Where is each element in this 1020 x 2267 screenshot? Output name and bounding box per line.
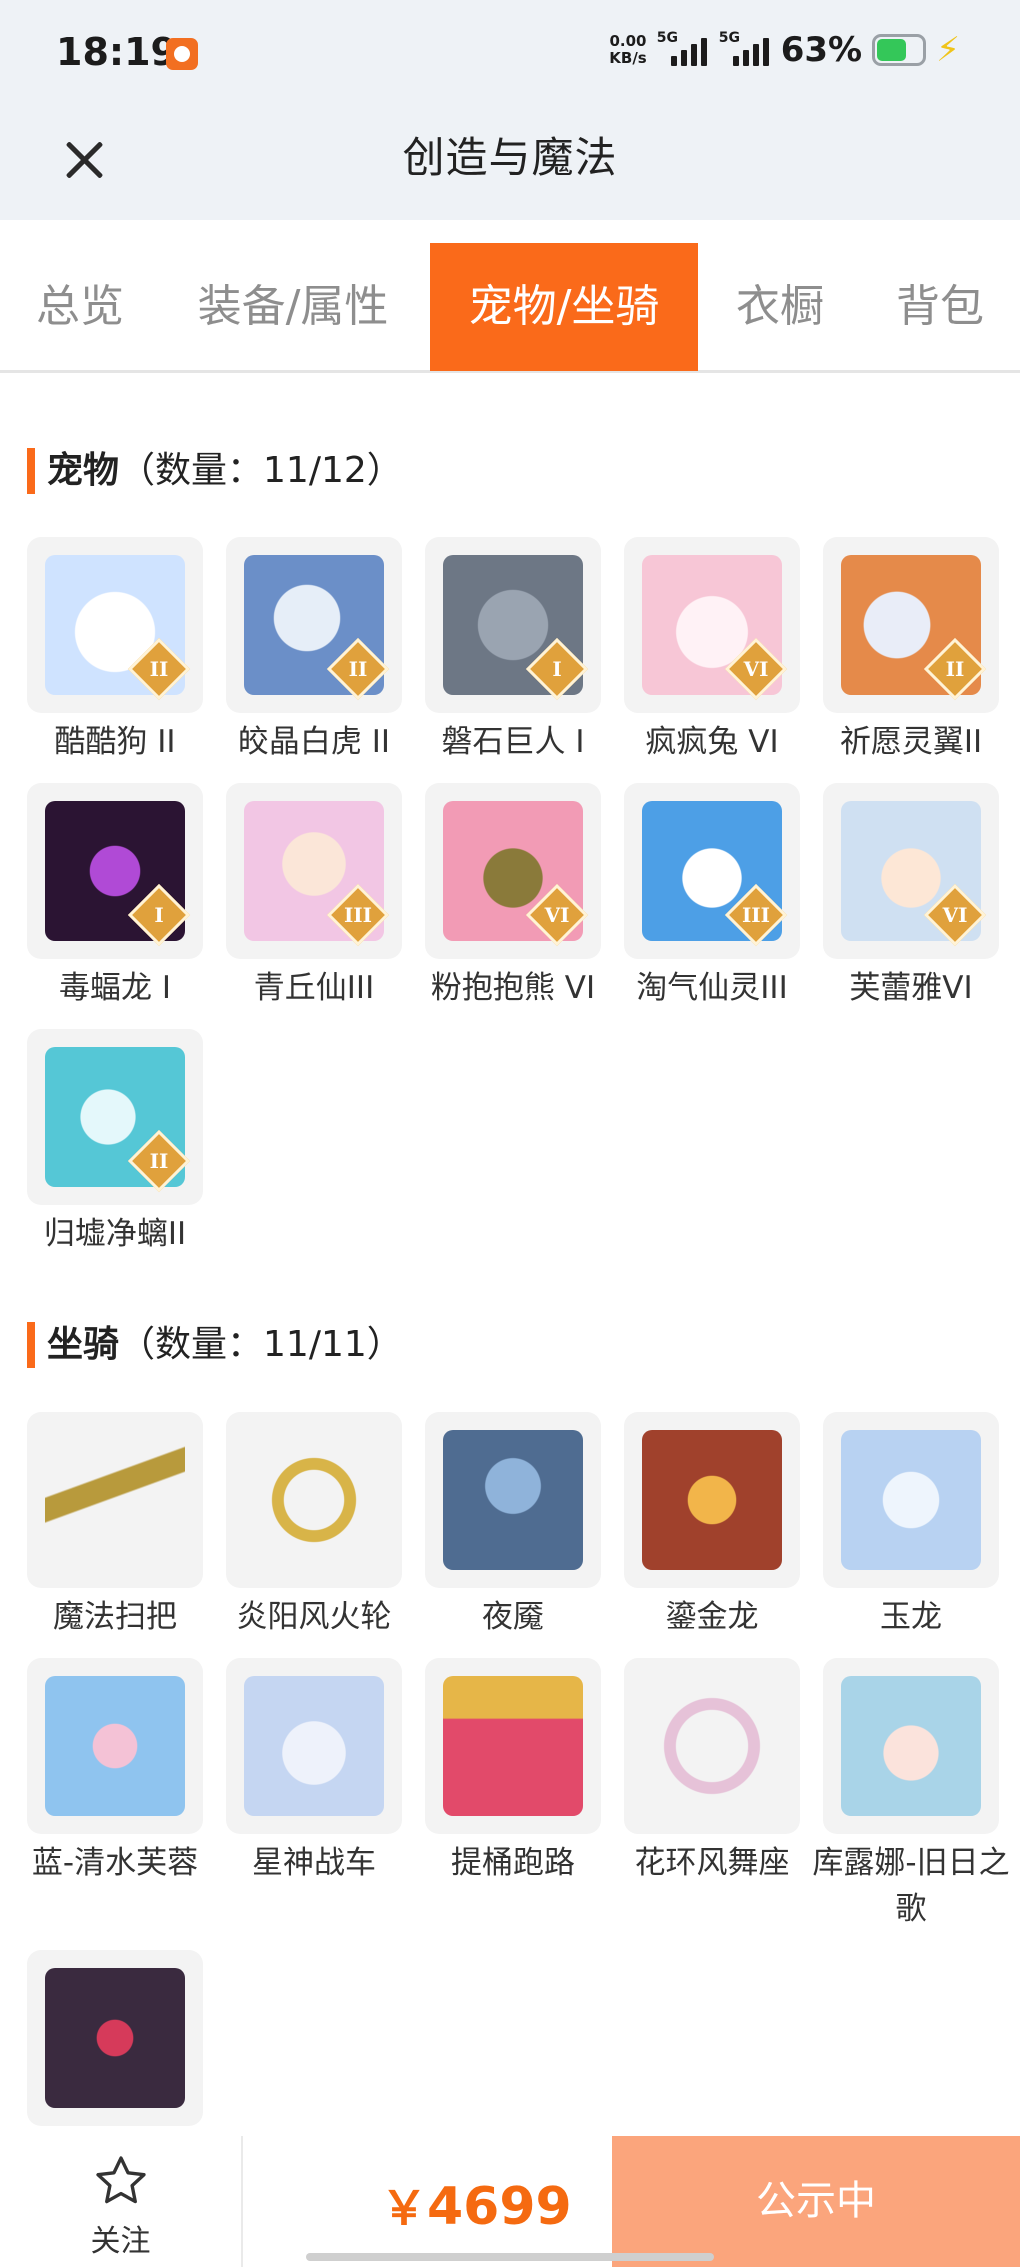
tab-overview[interactable]: 总览 — [22, 243, 138, 371]
bucket-icon — [443, 1676, 583, 1816]
follow-button[interactable]: 关注 — [0, 2136, 243, 2267]
mount-item[interactable]: 蓝-清水芙蓉 — [27, 1658, 203, 1886]
mount-name: 星神战车 — [252, 1845, 376, 1881]
tab-equipment[interactable]: 装备/属性 — [186, 243, 400, 371]
pet-name: 酷酷狗 II — [54, 724, 176, 760]
mounts-title: 坐骑 — [47, 1324, 120, 1365]
tab-wardrobe[interactable]: 衣橱 — [722, 243, 838, 371]
charging-icon: ⚡ — [936, 30, 960, 70]
net-speed: 0.00 KB/s — [609, 33, 646, 67]
star-icon — [96, 2156, 146, 2204]
night-horse-icon — [443, 1430, 583, 1570]
magic-broom-icon — [45, 1430, 185, 1570]
home-indicator[interactable] — [306, 2253, 714, 2261]
mounts-section-title: 坐骑（数量：11/11） — [27, 1322, 403, 1368]
mount-name: 鎏金龙 — [665, 1599, 759, 1635]
pet-name: 祈愿灵翼II — [839, 724, 983, 760]
pet-item[interactable]: I 磐石巨人 I — [425, 537, 601, 765]
mount-name: 花环风舞座 — [634, 1845, 790, 1881]
mount-name: 玉龙 — [880, 1599, 942, 1635]
status-time: 18:19 — [56, 30, 177, 74]
tab-bar: 总览 装备/属性 宠物/坐骑 衣橱 背包 — [0, 243, 1020, 373]
price-value: 4699 — [427, 2177, 572, 2237]
pet-item[interactable]: VI 芙蕾雅VI — [823, 783, 999, 1011]
pet-item[interactable]: III 青丘仙III — [226, 783, 402, 1011]
net-speed-unit: KB/s — [609, 49, 647, 67]
status-bar: 18:19 0.00 KB/s 5G 5G 63% ⚡ — [0, 0, 1020, 112]
pet-item[interactable]: II 归墟净螭II — [27, 1029, 203, 1257]
price-currency: ￥ — [381, 2181, 427, 2235]
mount-item[interactable]: 鎏金龙 — [624, 1412, 800, 1640]
net-speed-value: 0.00 — [609, 32, 647, 50]
header: 创造与魔法 — [0, 112, 1020, 220]
mount-name: 提桶跑路 — [451, 1845, 575, 1881]
mount-item[interactable]: 花环风舞座 — [624, 1658, 800, 1886]
pets-section-title: 宠物（数量：11/12） — [27, 448, 403, 494]
follow-label: 关注 — [90, 2224, 151, 2259]
pet-item[interactable]: VI 疯疯兔 VI — [624, 537, 800, 765]
pet-name: 归墟净螭II — [43, 1216, 187, 1252]
fire-wheel-icon — [244, 1430, 384, 1570]
dark-dragon-icon — [45, 1968, 185, 2108]
star-chariot-icon — [244, 1676, 384, 1816]
pet-name: 淘气仙灵III — [636, 970, 788, 1006]
pets-count: （数量：11/12） — [119, 450, 403, 491]
mount-name: 蓝-清水芙蓉 — [31, 1845, 199, 1881]
mount-item[interactable]: 玉龙 — [823, 1412, 999, 1640]
mount-item[interactable]: 提桶跑路 — [425, 1658, 601, 1886]
signal-icon-2: 5G — [719, 30, 771, 70]
mount-item[interactable]: 星神战车 — [226, 1658, 402, 1886]
pet-name: 芙蕾雅VI — [849, 970, 973, 1006]
page-title: 创造与魔法 — [402, 133, 618, 182]
pet-item[interactable]: II 祈愿灵翼II — [823, 537, 999, 765]
pet-name: 青丘仙III — [253, 970, 375, 1006]
pet-item[interactable]: VI 粉抱抱熊 VI — [425, 783, 601, 1011]
price: ￥4699 — [381, 2172, 572, 2238]
pet-name: 毒蝠龙 I — [59, 970, 171, 1006]
publicity-status-button[interactable]: 公示中 — [612, 2136, 1020, 2267]
mount-name: 炎阳风火轮 — [236, 1599, 392, 1635]
pet-name: 粉抱抱熊 VI — [430, 970, 596, 1006]
pet-item[interactable]: II 皎晶白虎 II — [226, 537, 402, 765]
battery-percent: 63% — [780, 30, 863, 70]
flower-wreath-icon — [642, 1676, 782, 1816]
pet-item[interactable]: I 毒蝠龙 I — [27, 783, 203, 1011]
pet-name: 疯疯兔 VI — [645, 724, 779, 760]
battery-icon — [872, 34, 927, 66]
mount-name: 魔法扫把 — [53, 1599, 177, 1635]
signal-icon: 5G — [657, 30, 709, 70]
mount-item[interactable]: 夜魇 — [425, 1412, 601, 1640]
bottom-bar: 关注 ￥4699 公示中 — [0, 2136, 1020, 2267]
blue-lotus-icon — [45, 1676, 185, 1816]
mount-name: 夜魇 — [482, 1599, 544, 1635]
pet-item[interactable]: II 酷酷狗 II — [27, 537, 203, 765]
pet-name: 磐石巨人 I — [441, 724, 585, 760]
pet-item[interactable]: III 淘气仙灵III — [624, 783, 800, 1011]
mount-item[interactable]: 库露娜-旧日之歌 — [812, 1658, 1010, 1932]
sheep-girl-icon — [841, 1676, 981, 1816]
mounts-count: （数量：11/11） — [119, 1324, 403, 1365]
tab-pets-mounts[interactable]: 宠物/坐骑 — [430, 243, 698, 371]
jade-dragon-icon — [841, 1430, 981, 1570]
mount-item[interactable]: 炎阳风火轮 — [226, 1412, 402, 1640]
mount-item[interactable] — [27, 1950, 203, 2132]
golden-dragon-icon — [642, 1430, 782, 1570]
mount-item[interactable]: 魔法扫把 — [27, 1412, 203, 1640]
pet-name: 皎晶白虎 II — [237, 724, 391, 760]
mount-name: 库露娜-旧日之歌 — [812, 1845, 1010, 1927]
app-notification-icon — [166, 38, 198, 70]
tab-backpack[interactable]: 背包 — [882, 243, 998, 371]
status-indicators: 0.00 KB/s 5G 5G 63% ⚡ — [609, 30, 960, 70]
pets-title: 宠物 — [47, 450, 120, 491]
